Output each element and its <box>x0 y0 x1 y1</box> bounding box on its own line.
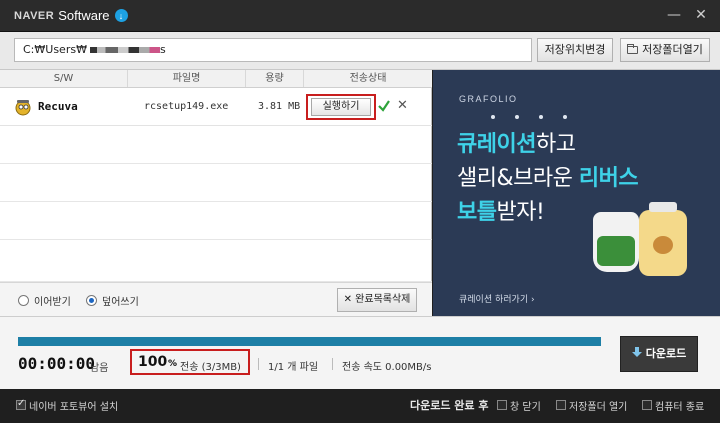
files-count: 1/1 개 파일 <box>268 362 319 373</box>
download-badge-icon: ↓ <box>114 9 128 22</box>
time-remaining: 00:00:00 <box>18 354 96 373</box>
ad-accent-2: 리버스 <box>578 166 639 191</box>
shutdown-label[interactable]: 컴퓨터 종료 <box>655 398 704 413</box>
list-footer: 이어받기 덮어쓰기 ✕ 완료목록삭제 <box>0 282 432 316</box>
download-list: S/W 파일명 용량 전송상태 Recuva rcsetup149.exe 3.… <box>0 70 432 316</box>
column-status[interactable]: 전송상태 <box>304 70 432 87</box>
column-filename[interactable]: 파일명 <box>128 70 246 87</box>
shutdown-checkbox[interactable] <box>642 400 652 410</box>
download-label: 다운로드 <box>645 347 687 360</box>
close-button[interactable]: ✕ <box>692 6 710 24</box>
change-location-button[interactable]: 저장위치변경 <box>537 38 613 62</box>
clear-completed-button[interactable]: ✕ 완료목록삭제 <box>337 288 417 312</box>
ad-headline-1: 큐레이션하고 <box>457 126 576 158</box>
open-folder-checkbox[interactable] <box>556 400 566 410</box>
save-path-input[interactable]: C:₩Users₩ s <box>14 38 532 62</box>
app-name: Recuva <box>38 100 78 113</box>
column-size[interactable]: 용량 <box>246 70 304 87</box>
ad-text-3: 받자! <box>496 200 545 225</box>
progress-bar <box>18 337 601 346</box>
empty-list-row <box>0 240 432 282</box>
empty-list-row <box>0 164 432 202</box>
percent-value: 100 <box>138 354 168 370</box>
ad-product-bottle-green <box>593 212 639 272</box>
transfer-speed: 전송 속도 0.00MB/s <box>342 362 432 373</box>
percent-unit: % <box>168 359 178 369</box>
resume-label[interactable]: 이어받기 <box>34 293 71 308</box>
photoviewer-checkbox[interactable] <box>16 398 26 410</box>
run-button[interactable]: 실행하기 <box>311 98 371 116</box>
progress-fill <box>18 337 601 346</box>
open-folder-label: 저장폴더열기 <box>642 43 703 56</box>
path-suffix: s <box>159 43 166 56</box>
list-item[interactable]: Recuva rcsetup149.exe 3.81 MB 실행하기 ✕ <box>0 88 432 126</box>
remaining-label: 남음 <box>90 363 109 374</box>
save-path-bar: C:₩Users₩ s 저장위치변경 저장폴더열기 <box>0 32 720 70</box>
minimize-button[interactable]: — <box>665 6 683 24</box>
overwrite-radio[interactable] <box>86 295 97 306</box>
brand-software: Software <box>58 8 110 23</box>
clear-completed-label: 완료목록삭제 <box>355 294 411 305</box>
close-window-checkbox[interactable] <box>497 400 507 410</box>
resume-radio[interactable] <box>18 295 29 306</box>
after-download-label: 다운로드 완료 후 <box>410 399 489 412</box>
app-logo: NAVER Software ↓ <box>14 8 128 23</box>
ad-banner[interactable]: GRAFOLIO 큐레이션하고 샐리&브라운 리버스 보틀받자! 큐레이션 하러… <box>433 70 720 316</box>
close-window-label[interactable]: 창 닫기 <box>510 398 541 413</box>
download-button[interactable]: 다운로드 <box>620 336 698 372</box>
title-bar: NAVER Software ↓ — ✕ <box>0 0 720 32</box>
ad-product-bottle-yellow <box>639 202 687 276</box>
ad-text-2: 샐리&브라운 <box>457 166 579 191</box>
bottom-bar: 네이버 포토뷰어 설치 다운로드 완료 후 창 닫기 저장폴더 열기 컴퓨터 종… <box>0 389 720 423</box>
ad-dots <box>491 115 567 119</box>
ad-headline-2: 샐리&브라운 리버스 <box>457 160 639 192</box>
masked-path-segment <box>89 47 160 53</box>
open-folder-button[interactable]: 저장폴더열기 <box>620 38 710 62</box>
ad-headline-3: 보틀받자! <box>457 194 545 226</box>
empty-list-row <box>0 202 432 240</box>
check-icon <box>378 100 390 112</box>
brand-naver: NAVER <box>14 9 55 22</box>
ad-cta-link[interactable]: 큐레이션 하러가기 › <box>459 292 535 305</box>
ad-text-1: 하고 <box>535 132 576 157</box>
recuva-app-icon <box>15 100 31 116</box>
download-icon <box>631 347 642 358</box>
path-prefix: C:₩Users₩ <box>23 43 87 56</box>
file-name: rcsetup149.exe <box>144 101 229 112</box>
transfer-detail: 전송 (3/3MB) <box>180 362 241 373</box>
ad-accent-1: 큐레이션 <box>457 132 536 157</box>
divider <box>332 358 333 370</box>
divider <box>258 358 259 370</box>
open-folder-after-label[interactable]: 저장폴더 열기 <box>569 398 627 413</box>
ad-accent-3: 보틀 <box>457 200 497 225</box>
column-sw[interactable]: S/W <box>0 70 128 87</box>
ad-brand: GRAFOLIO <box>459 94 518 104</box>
clear-x-icon: ✕ <box>343 294 356 305</box>
photoviewer-label[interactable]: 네이버 포토뷰어 설치 <box>29 398 118 413</box>
file-size: 3.81 MB <box>258 101 301 112</box>
folder-icon <box>627 44 639 54</box>
remove-item-icon[interactable]: ✕ <box>397 98 408 114</box>
list-header: S/W 파일명 용량 전송상태 <box>0 70 432 88</box>
progress-area: 00:00:00 남음 100 % 전송 (3/3MB) 1/1 개 파일 전송… <box>0 316 720 389</box>
empty-list-row <box>0 126 432 164</box>
overwrite-label[interactable]: 덮어쓰기 <box>102 293 139 308</box>
